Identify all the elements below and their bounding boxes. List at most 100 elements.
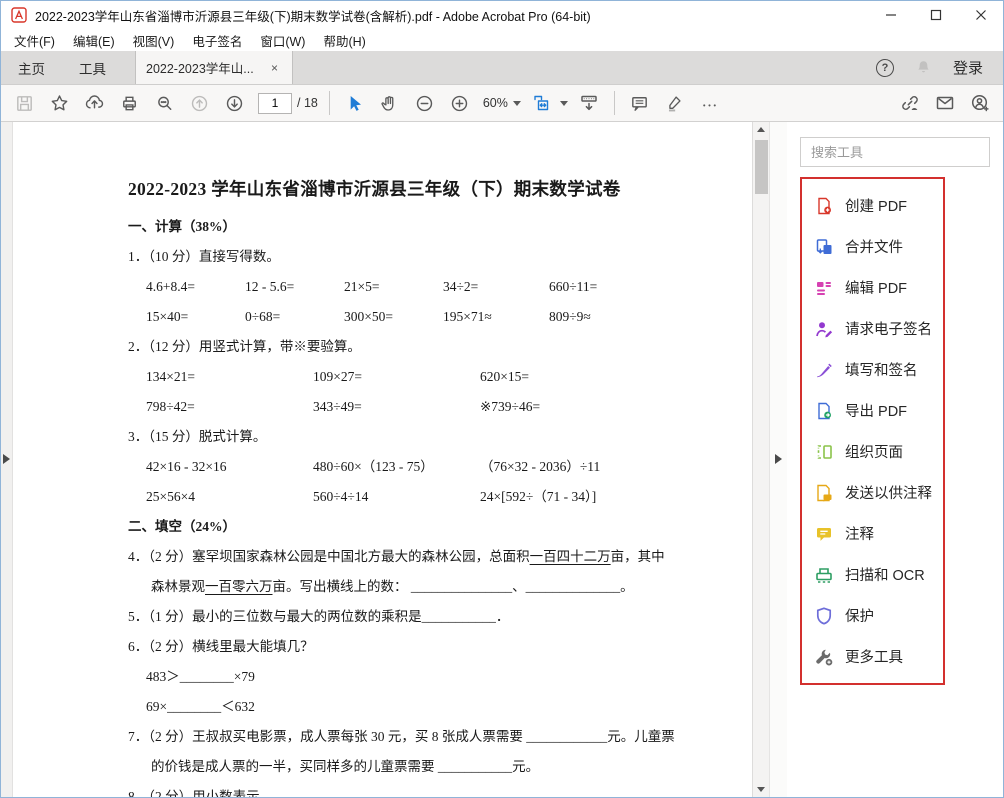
toolbar-divider [329,91,330,115]
doc-line: 2．（12 分）用竖式计算，带※要验算。 [128,336,657,357]
math-expression: 4.6+8.4= [146,276,245,297]
envelope-icon [934,92,956,114]
math-expression: 660÷11= [549,276,648,297]
organize-pages-icon [814,442,834,462]
tool-label: 创建 PDF [845,195,907,216]
send-for-comments-icon [814,483,834,503]
highlight-tool-button[interactable] [657,88,692,118]
tab-document[interactable]: 2022-2023学年山... × [135,51,293,84]
close-button[interactable] [958,1,1003,29]
hand-tool-button[interactable] [372,88,407,118]
zoom-out-button[interactable] [407,88,442,118]
organize-pages-tool[interactable]: 组织页面 [802,431,943,472]
combine-files-tool[interactable]: 合并文件 [802,226,943,267]
scroll-down-button[interactable] [753,782,769,797]
find-button[interactable] [147,88,182,118]
ellipsis-icon [699,93,720,114]
print-button[interactable] [112,88,147,118]
next-page-button[interactable] [217,88,252,118]
menu-item-2[interactable]: 视图(V) [124,29,184,52]
scroll-up-button[interactable] [753,122,769,137]
fill-sign-tool[interactable]: 填写和签名 [802,349,943,390]
chevron-down-icon[interactable] [513,101,521,106]
math-expression: 134×21= [146,366,313,387]
combine-files-icon [814,237,834,257]
help-button[interactable]: ? [876,59,894,77]
comment-tool-button[interactable] [622,88,657,118]
fit-width-icon [531,92,553,114]
menu-item-1[interactable]: 编辑(E) [64,29,124,52]
email-button[interactable] [927,88,962,118]
create-pdf-tool[interactable]: 创建 PDF [802,185,943,226]
more-tools-overflow-button[interactable] [692,88,727,118]
save-button[interactable] [7,88,42,118]
nav-pane-expand-icon[interactable] [3,454,10,464]
math-expression: 15×40= [146,306,245,327]
tab-tools-label: 工具 [79,58,106,78]
request-signatures-tool[interactable]: 请求电子签名 [802,308,943,349]
math-expression: 34÷2= [443,276,549,297]
tab-document-label: 2022-2023学年山... [146,58,254,77]
tools-pane-toggle[interactable] [769,122,787,797]
export-pdf-icon [814,401,834,421]
tools-pane-expand-icon[interactable] [775,454,782,464]
menu-item-4[interactable]: 窗口(W) [251,29,314,52]
maximize-icon [930,9,942,21]
tool-label: 注释 [845,523,874,544]
menu-item-0[interactable]: 文件(F) [5,29,64,52]
scrollbar-thumb[interactable] [755,140,768,194]
tool-label: 保护 [845,605,874,626]
link-icon [899,92,921,114]
share-button[interactable] [77,88,112,118]
sign-in-button[interactable]: 登录 [953,57,983,78]
doc-line: 一、计算（38%） [128,216,657,237]
search-tools-input[interactable] [800,137,990,167]
tab-home-label: 主页 [18,58,45,78]
fit-width-button[interactable] [525,88,560,118]
save-icon [14,93,35,114]
zoom-level-dropdown[interactable]: 60% [483,96,508,110]
comment-tool[interactable]: 注释 [802,513,943,554]
navigation-pane-strip[interactable] [1,122,13,797]
zoom-in-button[interactable] [442,88,477,118]
tool-label: 导出 PDF [845,400,907,421]
more-tools-icon [814,647,834,667]
menu-item-3[interactable]: 电子签名 [183,29,251,52]
create-pdf-icon [814,196,834,216]
more-tools-tool[interactable]: 更多工具 [802,636,943,677]
minimize-icon [885,9,897,21]
scan-ocr-icon [814,565,834,585]
doc-line: 的价钱是成人票的一半，买同样多的儿童票需要 ___________元。 [128,756,657,777]
vertical-scrollbar[interactable] [752,122,769,797]
fill-sign-icon [814,360,834,380]
share-link-button[interactable] [892,88,927,118]
send-for-comments-tool[interactable]: 发送以供注释 [802,472,943,513]
edit-pdf-tool[interactable]: 编辑 PDF [802,267,943,308]
favorite-star-button[interactable] [42,88,77,118]
upload-cloud-icon [84,93,105,114]
doc-line: 2022-2023 学年山东省淄博市沂源县三年级（下）期末数学试卷 [128,175,657,203]
customize-toolbar-button[interactable] [572,88,607,118]
chevron-up-icon [757,127,765,132]
tab-close-button[interactable]: × [267,59,282,77]
tab-tools[interactable]: 工具 [62,51,123,84]
previous-page-button[interactable] [182,88,217,118]
page-count-label: / 18 [297,96,318,110]
tool-label: 填写和签名 [845,359,918,380]
math-expression: 109×27= [313,366,480,387]
export-pdf-tool[interactable]: 导出 PDF [802,390,943,431]
hand-icon [379,93,400,114]
notifications-bell-icon[interactable] [914,58,933,77]
page-number-input[interactable] [258,93,292,114]
tab-home[interactable]: 主页 [1,51,62,84]
protect-tool[interactable]: 保护 [802,595,943,636]
doc-line: 1．（10 分）直接写得数。 [128,246,657,267]
menu-item-5[interactable]: 帮助(H) [314,29,374,52]
chevron-down-icon[interactable] [560,101,568,106]
minus-circle-icon [414,93,435,114]
maximize-button[interactable] [913,1,958,29]
select-tool-button[interactable] [337,88,372,118]
profile-button[interactable] [962,88,997,118]
minimize-button[interactable] [868,1,913,29]
scan-ocr-tool[interactable]: 扫描和 OCR [802,554,943,595]
